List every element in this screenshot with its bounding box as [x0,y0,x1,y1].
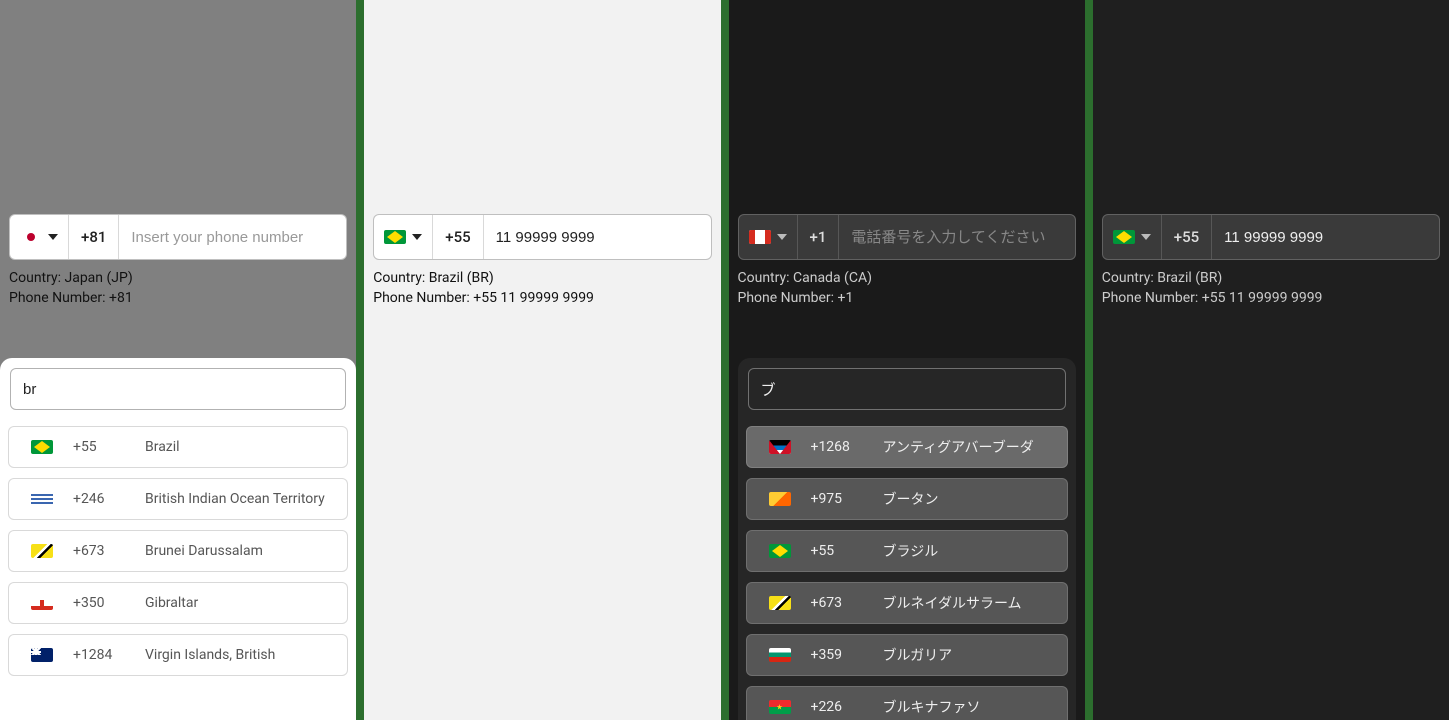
phone-number-input[interactable] [1212,215,1439,259]
flag-bhutan-icon [769,492,791,506]
flag-antigua-icon [769,440,791,454]
phone-info: Phone Number: +55 11 99999 9999 [1102,288,1323,308]
option-name: Brazil [145,439,180,455]
flag-brazil-icon [1113,230,1135,244]
country-option[interactable]: +975 ブータン [746,478,1068,520]
country-info: Country: Japan (JP) [9,268,133,288]
country-option[interactable]: +1284 Virgin Islands, British [8,634,348,676]
info-block: Country: Brazil (BR) Phone Number: +55 1… [373,268,594,308]
country-search-input[interactable] [10,368,346,410]
phone-input-row: +1 [738,214,1076,260]
panel-0: +81 Country: Japan (JP) Phone Number: +8… [0,0,356,720]
country-search-input[interactable] [748,368,1066,410]
dial-code-label: +55 [433,215,483,259]
phone-input-row: +81 [9,214,347,260]
option-dial: +246 [73,491,127,507]
option-name: アンティグアバーブーダ [883,437,1034,457]
country-option[interactable]: +359 ブルガリア [746,634,1068,676]
country-option[interactable]: +55 Brazil [8,426,348,468]
option-dial: +359 [811,647,865,663]
flag-brazil-icon [769,544,791,558]
flag-bulgaria-icon [769,648,791,662]
chevron-down-icon [48,234,58,240]
panel-2: +1 Country: Canada (CA) Phone Number: +1… [729,0,1085,720]
option-name: Gibraltar [145,595,198,611]
country-code-button[interactable] [374,215,433,259]
option-name: ブルガリア [883,645,953,665]
flag-canada-icon [749,230,771,244]
country-code-button[interactable] [1103,215,1162,259]
country-option[interactable]: +55 ブラジル [746,530,1068,572]
country-picker-modal: +1268 アンティグアバーブーダ +975 ブータン +55 ブラジル +67… [738,358,1076,720]
country-option[interactable]: +673 ブルネイダルサラーム [746,582,1068,624]
phone-input-row: +55 [1102,214,1440,260]
panel-1: +55 Country: Brazil (BR) Phone Number: +… [364,0,720,720]
option-name: ブルネイダルサラーム [883,593,1022,613]
option-name: Brunei Darussalam [145,543,263,559]
dial-code-label: +55 [1162,215,1212,259]
stage: +81 Country: Japan (JP) Phone Number: +8… [0,0,1449,720]
flag-bvi-icon [31,648,53,662]
country-option[interactable]: +350 Gibraltar [8,582,348,624]
option-dial: +1268 [811,439,865,455]
option-dial: +55 [811,543,865,559]
chevron-down-icon [777,234,787,240]
info-block: Country: Brazil (BR) Phone Number: +55 1… [1102,268,1323,308]
country-option[interactable]: +673 Brunei Darussalam [8,530,348,572]
flag-burkina-icon [769,700,791,714]
option-name: British Indian Ocean Territory [145,491,325,507]
phone-number-input[interactable] [119,215,346,259]
option-dial: +226 [811,699,865,715]
option-dial: +350 [73,595,127,611]
country-info: Country: Canada (CA) [738,268,872,288]
info-block: Country: Japan (JP) Phone Number: +81 [9,268,133,308]
country-option-list: +55 Brazil +246 British Indian Ocean Ter… [8,426,348,676]
option-dial: +1284 [73,647,127,663]
option-dial: +975 [811,491,865,507]
country-code-button[interactable] [739,215,798,259]
country-info: Country: Brazil (BR) [1102,268,1323,288]
dial-code-label: +81 [69,215,119,259]
country-option[interactable]: +246 British Indian Ocean Territory [8,478,348,520]
option-name: ブータン [883,489,939,509]
flag-biot-icon [31,492,53,506]
flag-japan-icon [20,230,42,244]
flag-brazil-icon [31,440,53,454]
option-dial: +55 [73,439,127,455]
option-dial: +673 [811,595,865,611]
dial-code-label: +1 [798,215,840,259]
flag-gibraltar-icon [31,596,53,610]
flag-brunei-icon [31,544,53,558]
country-info: Country: Brazil (BR) [373,268,594,288]
option-dial: +673 [73,543,127,559]
country-picker-modal: +55 Brazil +246 British Indian Ocean Ter… [0,358,356,720]
flag-brunei-icon [769,596,791,610]
option-name: ブラジル [883,541,939,561]
panel-3: +55 Country: Brazil (BR) Phone Number: +… [1093,0,1449,720]
flag-brazil-icon [384,230,406,244]
info-block: Country: Canada (CA) Phone Number: +1 [738,268,872,308]
phone-info: Phone Number: +55 11 99999 9999 [373,288,594,308]
phone-info: Phone Number: +81 [9,288,133,308]
chevron-down-icon [1141,234,1151,240]
chevron-down-icon [412,234,422,240]
country-code-button[interactable] [10,215,69,259]
option-name: ブルキナファソ [883,697,981,717]
country-option-list: +1268 アンティグアバーブーダ +975 ブータン +55 ブラジル +67… [746,426,1068,720]
option-name: Virgin Islands, British [145,647,275,663]
phone-number-input[interactable] [484,215,711,259]
phone-info: Phone Number: +1 [738,288,872,308]
country-option[interactable]: +1268 アンティグアバーブーダ [746,426,1068,468]
country-option[interactable]: +226 ブルキナファソ [746,686,1068,720]
phone-input-row: +55 [373,214,711,260]
phone-number-input[interactable] [839,215,1074,259]
